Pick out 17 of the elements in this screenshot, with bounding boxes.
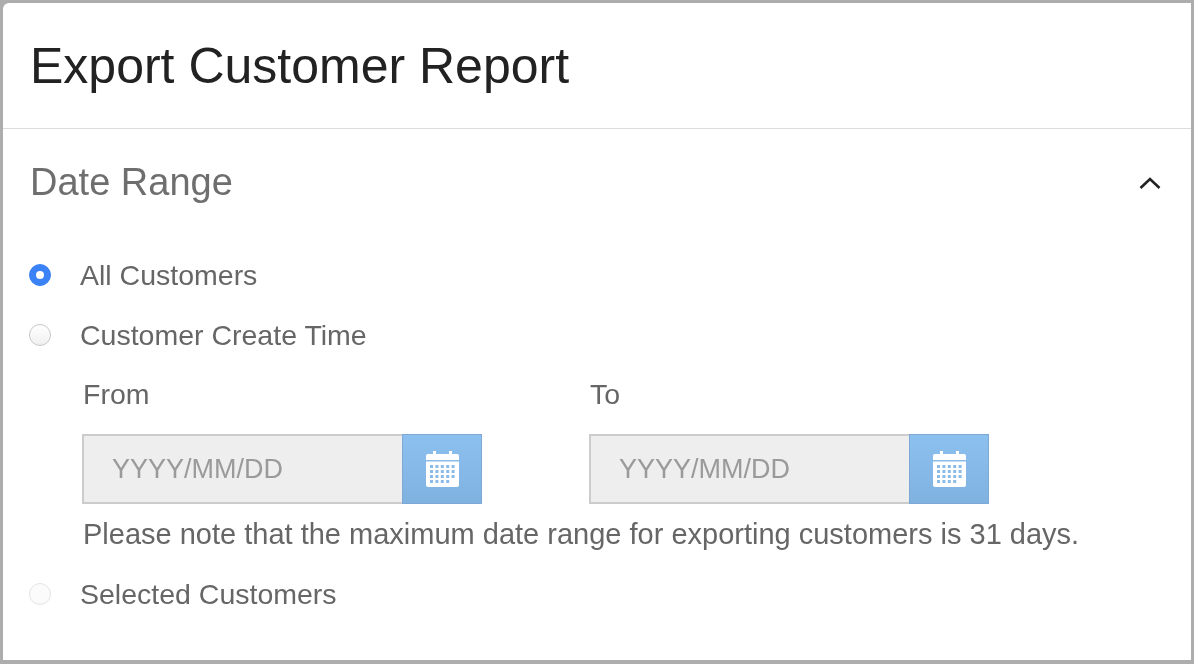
radio-button[interactable]	[29, 264, 51, 286]
field-label: From	[83, 376, 150, 412]
date-input[interactable]: YYYY/MM/DD	[589, 434, 909, 504]
calendar-icon	[425, 451, 459, 487]
section-title: Date Range	[30, 160, 233, 206]
note-text: Please note that the maximum date range for exporting customers is 31 days.	[83, 516, 1080, 552]
dialog-title: Export Customer Report	[30, 36, 570, 96]
option-label: Customer Create Time	[80, 317, 367, 353]
chevron-up-icon[interactable]	[1139, 177, 1161, 189]
option-label: All Customers	[80, 257, 258, 293]
radio-button[interactable]	[29, 324, 51, 346]
calendar-button[interactable]	[402, 434, 482, 504]
field-label: To	[590, 376, 621, 412]
calendar-button[interactable]	[909, 434, 989, 504]
date-input[interactable]: YYYY/MM/DD	[82, 434, 402, 504]
calendar-icon	[932, 451, 966, 487]
option-label: Selected Customers	[80, 576, 337, 612]
